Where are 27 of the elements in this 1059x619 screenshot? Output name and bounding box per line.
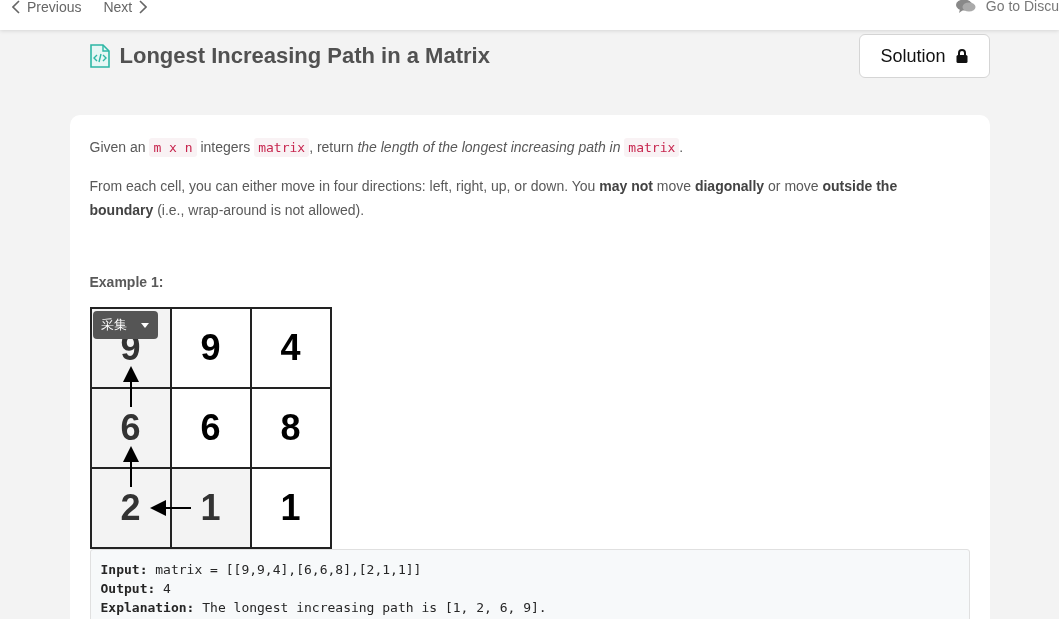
- matrix-cell: 1: [171, 469, 252, 549]
- matrix-cell: 6: [91, 389, 172, 469]
- problem-title: Longest Increasing Path in a Matrix: [119, 43, 490, 69]
- chevron-right-icon: [138, 0, 148, 14]
- matrix-cell: 6: [171, 389, 252, 469]
- description-text: Given an m x n integers matrix , return the length of the longest increasing path in matrix .: [89, 137, 685, 159]
- path-arrow: [149, 500, 192, 516]
- chat-bubbles-icon: [955, 0, 976, 13]
- example-line: Input: matrix = [[9,9,4],[6,6,8],[2,1,1]]: [100, 561, 423, 579]
- next-link[interactable]: Next: [103, 0, 148, 14]
- matrix-cell: 9: [171, 309, 252, 389]
- path-arrow: [122, 446, 139, 488]
- chevron-left-icon: [12, 0, 21, 14]
- example-heading: Example 1:: [89, 274, 165, 290]
- description-text: From each cell, you can either move in four directions: left, right, up, or down. You may not move diagonally or move outside the boundary (i.e., wrap-around is not allowed).: [89, 177, 899, 220]
- caret-icon: [140, 322, 149, 328]
- code-file-icon: [89, 44, 110, 68]
- example-line: Output: 4: [100, 580, 172, 598]
- discuss-link[interactable]: Go to Discu: [955, 0, 1059, 13]
- matrix-cell: 8: [251, 389, 332, 469]
- matrix-cell: 1: [251, 469, 332, 549]
- solution-button[interactable]: Solution: [858, 34, 990, 78]
- previous-link[interactable]: Previous: [12, 0, 82, 14]
- example-line: Explanation: The longest increasing path is [1, 2, 6, 9].: [100, 599, 548, 617]
- path-arrow: [122, 366, 139, 408]
- matrix-cell: 4: [251, 309, 332, 389]
- matrix-cell: 2: [91, 469, 172, 549]
